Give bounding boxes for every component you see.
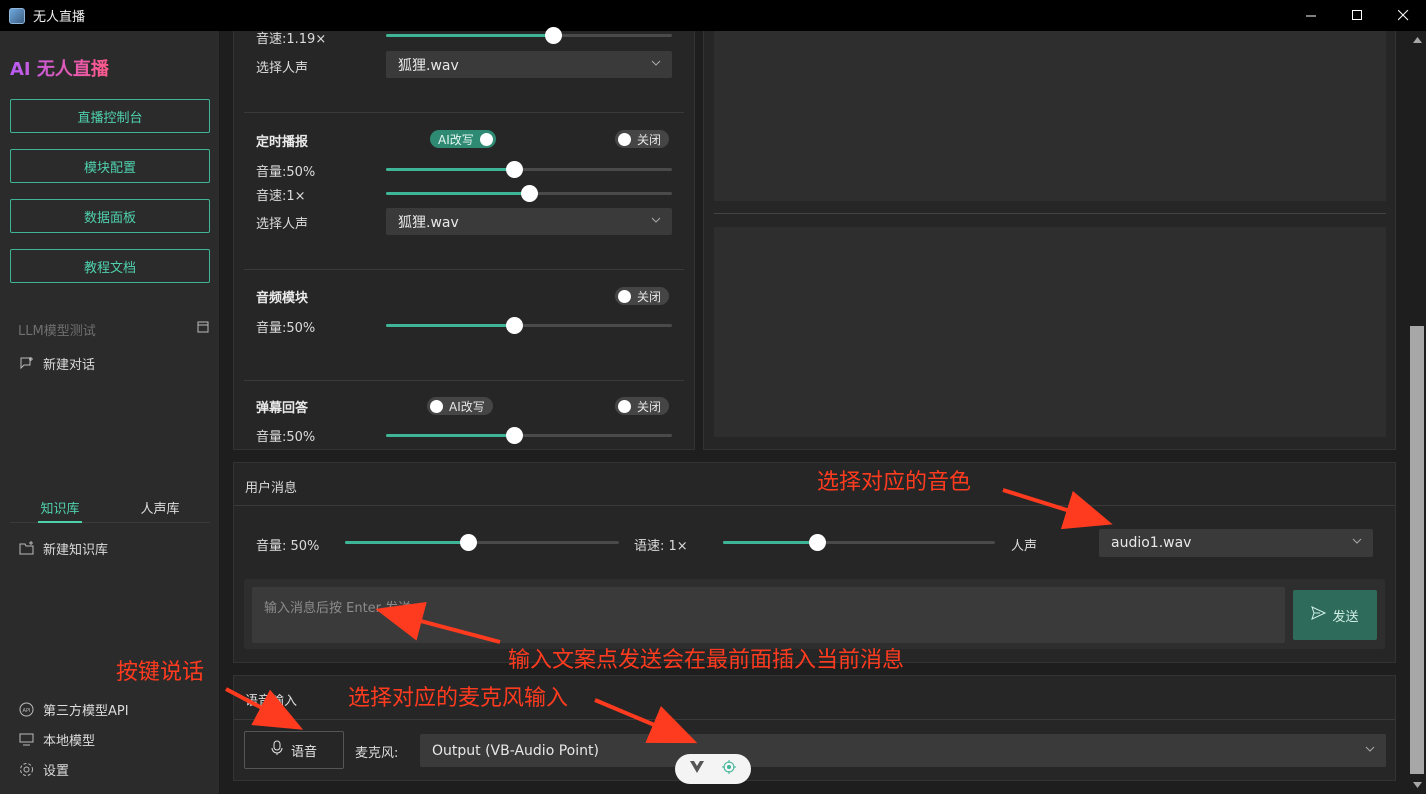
annotation-arrows (225, 488, 1113, 744)
arrow-to-mic-select (594, 698, 698, 744)
arrow-to-voice-select (1002, 488, 1113, 530)
arrow-to-message-input (375, 601, 501, 644)
arrow-to-voice-button (225, 687, 304, 730)
annotation-insert-message: 输入文案点发送会在最前面插入当前消息 (508, 648, 905, 673)
annotation-push-to-talk: 按键说话 (116, 660, 205, 685)
annotation-voice-color: 选择对应的音色 (817, 470, 972, 495)
annotation-mic-select: 选择对应的麦克风输入 (348, 686, 569, 711)
